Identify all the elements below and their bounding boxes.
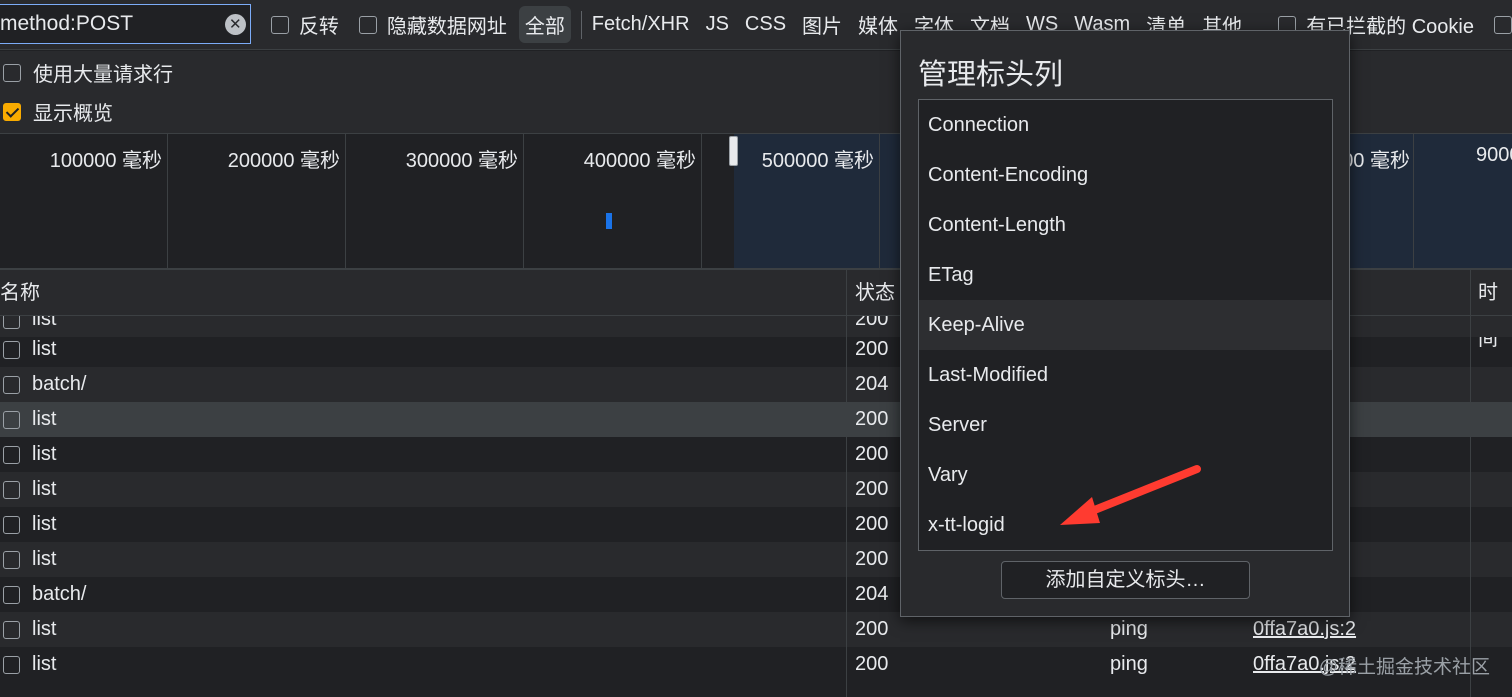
request-status: 200 <box>855 548 889 570</box>
overview-tick-label: 300000 毫秒 <box>405 150 518 172</box>
add-custom-header-button[interactable]: 添加自定义标头… <box>1001 561 1250 599</box>
row-checkbox[interactable] <box>3 655 20 674</box>
type-filter-all[interactable]: 全部 <box>518 6 571 43</box>
invert-checkbox[interactable]: 反转 <box>270 10 339 39</box>
request-name: list <box>32 478 57 500</box>
hide-data-url-label: 隐藏数据网址 <box>386 16 507 38</box>
overview-tick-label: 400000 毫秒 <box>583 150 696 172</box>
overview-tick-label: 500000 毫秒 <box>761 150 874 172</box>
request-name: batch/ <box>32 583 87 605</box>
column-header-time[interactable]: 时间 <box>1478 270 1512 350</box>
large-rows-checkbox[interactable] <box>3 63 21 82</box>
request-name: batch/ <box>32 373 87 395</box>
watermark: @稀土掘金技术社区 <box>1318 657 1490 678</box>
row-checkbox[interactable] <box>3 515 20 534</box>
column-divider[interactable] <box>846 270 847 697</box>
row-checkbox[interactable] <box>3 445 20 464</box>
request-name: list <box>32 548 57 570</box>
request-name: list <box>32 618 57 640</box>
overview-tick-label: 100000 毫秒 <box>49 150 162 172</box>
request-name: list <box>32 653 57 675</box>
overview-drag-handle[interactable] <box>729 136 738 166</box>
table-row[interactable]: list 200 ping 0ffa7a0.js:2 <box>0 612 1512 647</box>
filter-input[interactable] <box>0 11 230 36</box>
overview-request-bar <box>606 213 612 229</box>
row-checkbox[interactable] <box>3 410 20 429</box>
request-name: list <box>32 408 57 430</box>
request-status: 200 <box>855 653 889 675</box>
header-column-item[interactable]: Connection <box>919 100 1332 150</box>
invert-checkbox-box[interactable] <box>270 15 289 34</box>
extra-checkbox-box[interactable] <box>1494 15 1512 34</box>
column-header-name[interactable]: 名称 <box>0 270 40 316</box>
show-overview-label: 显示概览 <box>33 103 113 125</box>
request-status: 200 <box>855 618 889 640</box>
extra-checkbox[interactable] <box>1494 15 1512 34</box>
overview-gridline <box>167 134 168 268</box>
overview-gridline <box>879 134 880 268</box>
type-filter-fetch-xhr[interactable]: Fetch/XHR <box>592 13 690 36</box>
hide-data-url-checkbox[interactable]: 隐藏数据网址 <box>358 10 507 39</box>
large-rows-label: 使用大量请求行 <box>33 64 173 86</box>
column-header-status[interactable]: 状态 <box>855 270 895 316</box>
request-name: list <box>32 443 57 465</box>
header-column-item[interactable]: Content-Length <box>919 200 1332 250</box>
request-status: 204 <box>855 373 889 395</box>
row-checkbox[interactable] <box>3 480 20 499</box>
header-column-item[interactable]: Last-Modified <box>919 350 1332 400</box>
filter-input-box[interactable]: ✕ <box>0 3 251 44</box>
request-type: ping <box>1110 618 1148 640</box>
toolbar-divider <box>580 10 582 39</box>
annotation-arrow-icon <box>1060 465 1201 525</box>
row-checkbox[interactable] <box>3 585 20 604</box>
type-filter-img[interactable]: 图片 <box>802 10 842 39</box>
request-type: ping <box>1110 653 1148 675</box>
request-status: 204 <box>855 583 889 605</box>
request-status: 200 <box>855 443 889 465</box>
overview-gridline <box>701 134 702 268</box>
request-status: 200 <box>855 408 889 430</box>
overview-gridline <box>523 134 524 268</box>
request-name: list <box>32 338 57 360</box>
request-status: 200 <box>855 338 889 360</box>
header-column-item[interactable]: Keep-Alive <box>919 300 1332 350</box>
row-checkbox[interactable] <box>3 375 20 394</box>
type-filter-js[interactable]: JS <box>706 13 729 36</box>
header-column-item[interactable]: ETag <box>919 250 1332 300</box>
show-overview-checkbox[interactable] <box>3 102 21 121</box>
row-checkbox[interactable] <box>3 550 20 569</box>
dialog-title: 管理标头列 <box>918 59 1064 91</box>
request-status: 200 <box>855 513 889 535</box>
hide-data-url-checkbox-box[interactable] <box>358 15 377 34</box>
table-row[interactable]: list 200 ping 0ffa7a0.js:2 <box>0 647 1512 682</box>
clear-filter-icon[interactable]: ✕ <box>224 13 246 35</box>
overview-gridline <box>345 134 346 268</box>
request-initiator-link[interactable]: 0ffa7a0.js:2 <box>1253 612 1356 647</box>
column-divider[interactable] <box>1470 270 1471 697</box>
request-name: list <box>32 513 57 535</box>
row-checkbox[interactable] <box>3 316 20 329</box>
overview-tick-label: 200000 毫秒 <box>227 150 340 172</box>
request-status: 200 <box>855 478 889 500</box>
row-checkbox[interactable] <box>3 340 20 359</box>
overview-gridline <box>1413 134 1414 268</box>
type-filter-css[interactable]: CSS <box>745 13 786 36</box>
overview-tick-label: 9000 <box>1476 144 1512 166</box>
type-filter-media[interactable]: 媒体 <box>858 10 898 39</box>
row-checkbox[interactable] <box>3 620 20 639</box>
invert-label: 反转 <box>298 16 339 38</box>
header-column-item[interactable]: Content-Encoding <box>919 150 1332 200</box>
header-column-item[interactable]: Server <box>919 400 1332 450</box>
